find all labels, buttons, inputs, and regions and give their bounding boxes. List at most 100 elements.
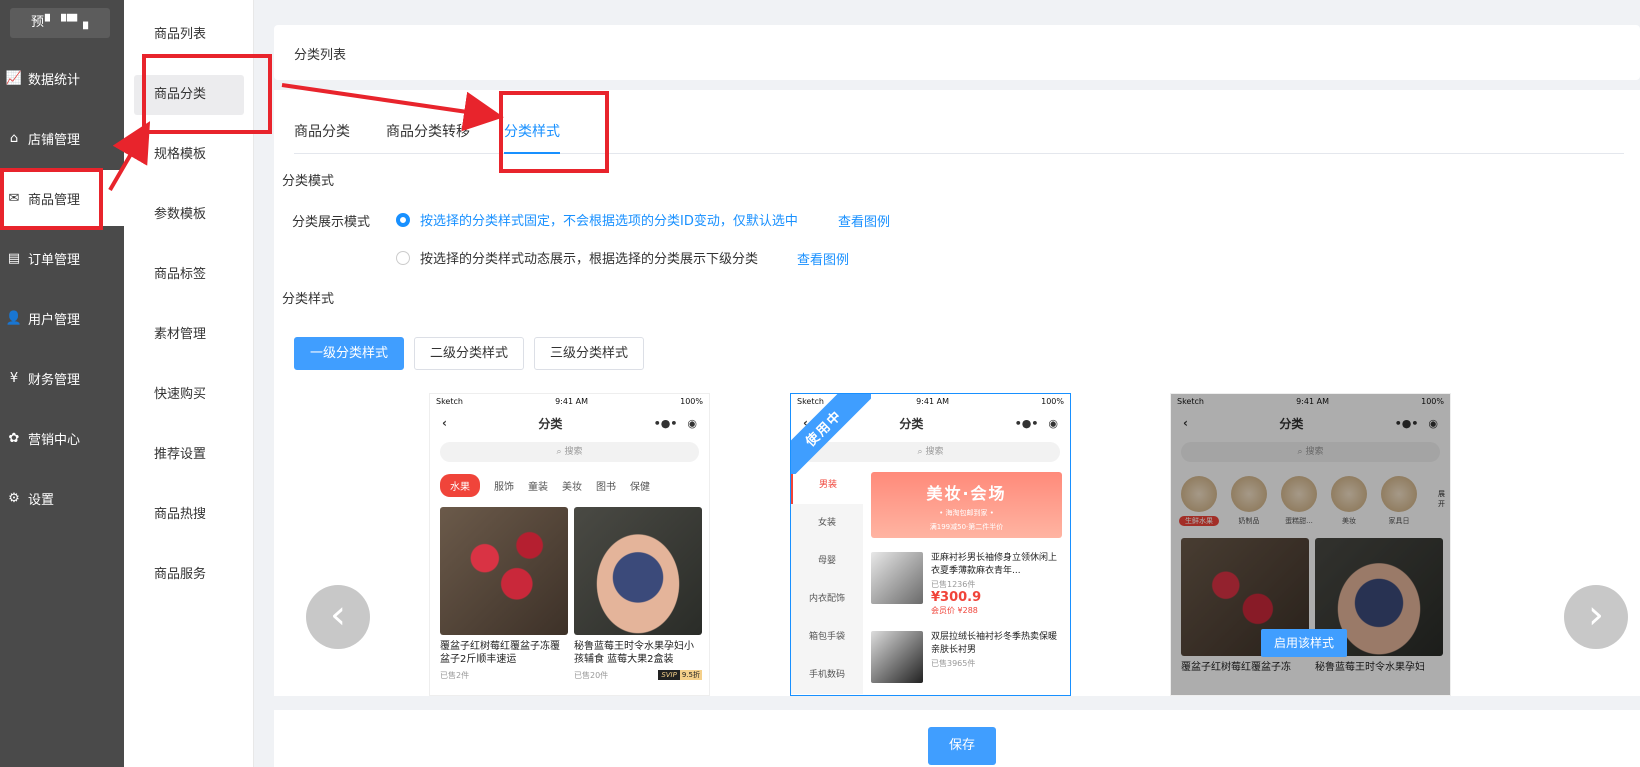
member-price: 会员价 ¥288 [931, 606, 978, 615]
promo-banner: 美妆·会场 • 海淘包邮到家 • 满199减50·第二件半价 [871, 472, 1062, 538]
submenu-item-8[interactable]: 商品热搜 [124, 495, 254, 535]
list-item: 亚麻衬衫男长袖修身立领休闲上衣夏季薄款麻衣青年... 已售1236件 ¥300.… [871, 552, 1062, 617]
highlight-style-tab [499, 91, 609, 173]
phone-search: ⌕ 搜索 [440, 442, 699, 462]
banner-subtitle: • 海淘包邮到家 • [939, 509, 994, 517]
product-sold: 已售2件 [440, 671, 470, 680]
example-link-2[interactable]: 查看图例 [797, 249, 849, 268]
sidebar-item-7[interactable]: ⚙ 设置 [0, 470, 124, 526]
carrier-text: Sketch [436, 396, 463, 406]
highlight-category-submenu [142, 54, 272, 134]
submenu-item-2[interactable]: 规格模板 [124, 135, 254, 175]
tab-category-transfer[interactable]: 商品分类转移 [386, 112, 470, 154]
category-chip: 童装 [528, 482, 548, 493]
category-item: 手机数码 [808, 670, 845, 680]
product-card: 秘鲁蓝莓王时令水果孕妇小孩辅食 蓝莓大果2盒装 已售20件 SVIP 9.5折 [574, 507, 702, 681]
target-icon: ◉ [687, 416, 697, 430]
target-icon: ◉ [1048, 416, 1058, 430]
brand-logo: 预▘▝▀▗ [10, 8, 110, 38]
sidebar-item-label: 用户管理 [28, 312, 81, 328]
blueberry-image [574, 507, 702, 635]
sidebar-item-6[interactable]: ✿ 营销中心 [0, 410, 124, 466]
submenu-item-5[interactable]: 素材管理 [124, 315, 254, 355]
product-title: 覆盆子红树莓红覆盆子冻覆盆子2斤顺丰速运 [440, 641, 560, 665]
tab-category[interactable]: 商品分类 [294, 112, 350, 154]
preview-level1[interactable]: Sketch 9:41 AM 100% ‹ 分类 •●• ◉ ⌕ 搜索 水果 服饰 童… [429, 393, 710, 696]
mode-option-dynamic[interactable]: 按选择的分类样式动态展示，根据选择的分类展示下级分类 [396, 248, 758, 267]
order-icon: ▤ [7, 250, 21, 266]
back-icon: ‹ [442, 416, 447, 430]
highlight-goods-menu [0, 168, 103, 230]
user-icon: 👤 [5, 310, 23, 326]
sidebar-item-label: 财务管理 [28, 372, 81, 388]
category-item: 女装 [817, 518, 836, 528]
sidebar-item-1[interactable]: ⌂ 店铺管理 [0, 110, 124, 166]
category-chip: 服饰 [494, 482, 514, 493]
time-text: 9:41 AM [916, 396, 949, 406]
more-icon: •●• [1014, 416, 1039, 430]
submenu-item-6[interactable]: 快速购买 [124, 375, 254, 415]
sidebar-item-0[interactable]: 📈 数据统计 [0, 50, 124, 106]
product-title: 秘鲁蓝莓王时令水果孕妇小孩辅食 蓝莓大果2盒装 [574, 641, 694, 665]
preview1-grid: 覆盆子红树莓红覆盆子冻覆盆子2斤顺丰速运 已售2件 秘鲁蓝莓王时令水果孕妇小孩辅… [430, 497, 709, 691]
style-section-title: 分类样式 [282, 292, 335, 307]
in-use-badge: 使用中 [791, 394, 871, 474]
category-item: 内衣配饰 [808, 594, 845, 604]
breadcrumb: 分类列表 [294, 48, 347, 63]
submenu-item-4[interactable]: 商品标签 [124, 255, 254, 295]
radio-checked[interactable] [396, 212, 410, 227]
sidebar-item-4[interactable]: 👤 用户管理 [0, 290, 124, 346]
main-sidebar: 预▘▝▀▗ 📈 数据统计 ⌂ 店铺管理 ✉ 商品管理 ▤ 订单管理 👤 用户管理 ¥ 财务管理 ✿ 营销中… [0, 0, 124, 767]
preview2-category-list: 男装 女装 母婴 内衣配饰 箱包手袋 手机数码 [791, 466, 863, 694]
preview1-category-row: 水果 服饰 童装 美妆 图书 保健 [430, 466, 709, 497]
submenu-item-7[interactable]: 推荐设置 [124, 435, 254, 475]
sidebar-item-label: 设置 [28, 492, 55, 508]
marketing-icon: ✿ [8, 430, 20, 446]
product-sold: 已售20件 [574, 671, 609, 680]
style-level3-button[interactable]: 三级分类样式 [534, 337, 644, 370]
display-mode-label: 分类展示模式 [292, 215, 371, 230]
sidebar-item-label: 订单管理 [28, 252, 81, 268]
phone-title: 分类 [899, 416, 924, 431]
mode-section-title: 分类模式 [282, 174, 335, 189]
use-style-button[interactable]: 启用该样式 [1261, 629, 1347, 657]
product-sold: 已售3965件 [931, 659, 976, 668]
preview-level2[interactable]: Sketch 9:41 AM 100% ‹ 分类 •●• ◉ ⌕ 搜索 男装 女装母… [790, 393, 1071, 696]
product-thumb [871, 631, 923, 683]
banner-title: 美妆·会场 [926, 484, 1007, 503]
battery-text: 100% [1041, 396, 1064, 406]
radio-unchecked[interactable] [396, 250, 410, 265]
product-price: ¥300.9 [931, 590, 982, 605]
phone-nav-bar: ‹ 分类 •●• ◉ [430, 408, 709, 438]
more-icon: •●• [653, 416, 678, 430]
phone-title: 分类 [538, 416, 563, 431]
banner-promo: 满199减50·第二件半价 [929, 523, 1004, 531]
raspberry-image [440, 507, 568, 635]
sidebar-item-5[interactable]: ¥ 财务管理 [0, 350, 124, 406]
time-text: 9:41 AM [555, 396, 588, 406]
submenu-item-0[interactable]: 商品列表 [124, 15, 254, 55]
product-thumb [871, 552, 923, 604]
mode-option-fixed[interactable]: 按选择的分类样式固定，不会根据选项的分类ID变动，仅默认选中 [396, 210, 798, 229]
save-button[interactable]: 保存 [928, 727, 996, 765]
submenu-item-3[interactable]: 参数模板 [124, 195, 254, 235]
sidebar-item-label: 数据统计 [28, 72, 81, 88]
mode-option-fixed-label: 按选择的分类样式固定，不会根据选项的分类ID变动，仅默认选中 [420, 214, 798, 229]
style-level2-button[interactable]: 二级分类样式 [414, 337, 524, 370]
next-arrow-button[interactable]: › [1564, 585, 1628, 649]
prev-arrow-button[interactable]: ‹ [306, 585, 370, 649]
submenu-item-9[interactable]: 商品服务 [124, 555, 254, 595]
category-chip: 保健 [630, 482, 650, 493]
example-link-1[interactable]: 查看图例 [838, 211, 890, 230]
preview-level3[interactable]: Sketch 9:41 AM 100% ‹ 分类 •●• ◉ ⌕ 搜索 生鲜水果奶… [1170, 393, 1451, 696]
category-item: 箱包手袋 [808, 632, 845, 642]
sidebar-item-3[interactable]: ▤ 订单管理 [0, 230, 124, 286]
shop-icon: ⌂ [9, 130, 19, 146]
style-level1-button[interactable]: 一级分类样式 [294, 337, 404, 370]
phone-status-bar: Sketch 9:41 AM 100% [430, 394, 709, 408]
sidebar-item-label: 店铺管理 [28, 132, 81, 148]
main-panel: 商品分类 商品分类转移 分类样式 分类模式 分类展示模式 按选择的分类样式固定，… [274, 90, 1640, 696]
breadcrumb-bar: 分类列表 [274, 25, 1640, 80]
footer-bar: 保存 [274, 710, 1640, 767]
category-chip: 美妆 [562, 482, 582, 493]
